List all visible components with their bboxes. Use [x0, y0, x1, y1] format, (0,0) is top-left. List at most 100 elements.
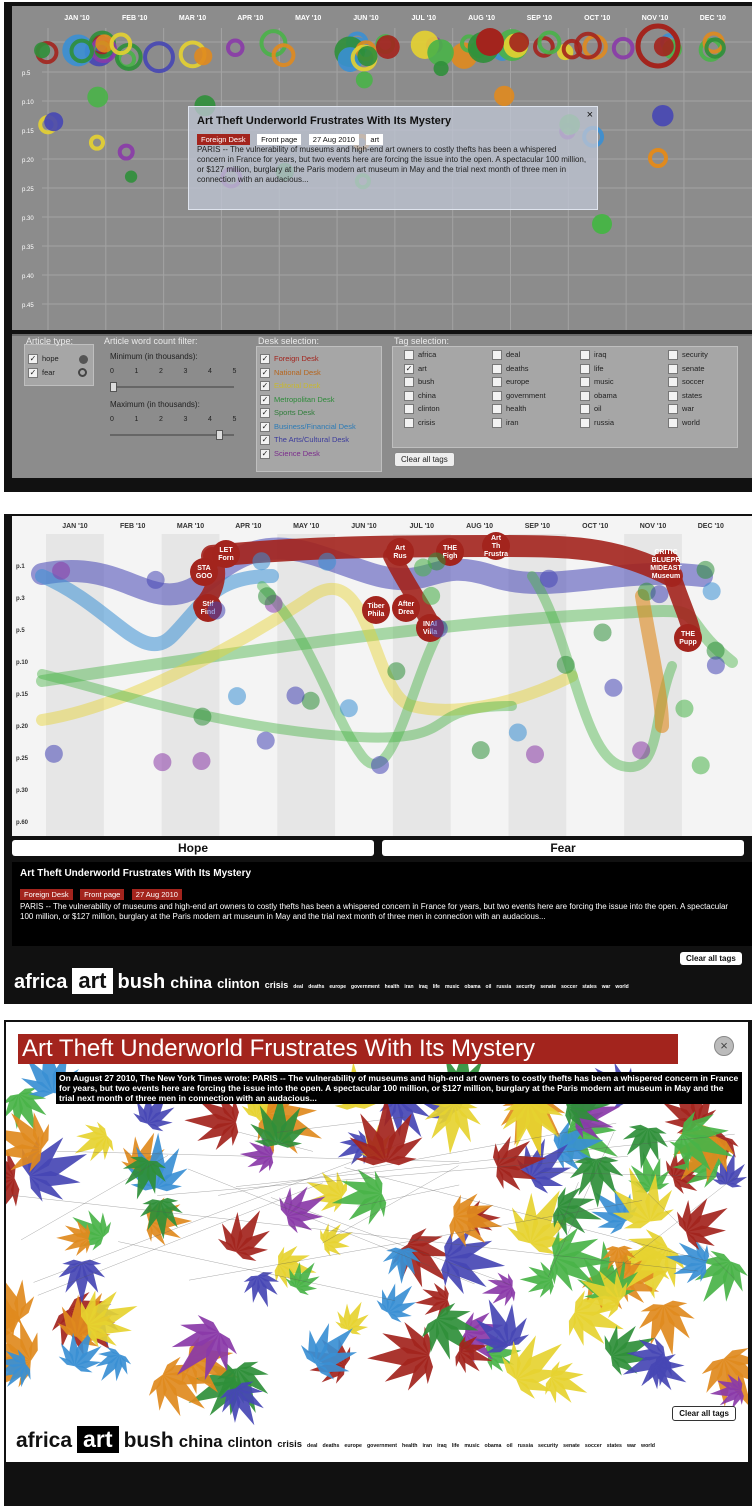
- tag-option[interactable]: deaths: [492, 364, 578, 378]
- desk-option[interactable]: ✓ National Desk: [260, 368, 356, 382]
- tag-option[interactable]: ✓ art: [404, 364, 490, 378]
- tag-cloud-item[interactable]: life: [452, 1443, 460, 1449]
- checkbox-icon[interactable]: [492, 377, 502, 388]
- tag-cloud-item[interactable]: china: [179, 1432, 223, 1452]
- checkbox-icon[interactable]: [404, 350, 414, 361]
- tag-cloud-item[interactable]: africa: [14, 971, 67, 994]
- close-icon[interactable]: ×: [714, 1036, 734, 1056]
- tag-cloud-item[interactable]: war: [602, 984, 611, 990]
- tag-option[interactable]: oil: [580, 404, 666, 418]
- tag-cloud-item[interactable]: security: [538, 1443, 558, 1449]
- leaf-plot[interactable]: Art Theft Underworld Frustrates With Its…: [6, 1022, 748, 1462]
- checkbox-icon[interactable]: [668, 363, 678, 374]
- tag-cloud-item[interactable]: deal: [293, 984, 303, 990]
- tag-option[interactable]: africa: [404, 350, 490, 364]
- tag-cloud-item[interactable]: art: [72, 968, 113, 994]
- tag-option[interactable]: obama: [580, 391, 666, 405]
- checkbox-icon[interactable]: [404, 390, 414, 401]
- tag-cloud-item[interactable]: soccer: [561, 984, 577, 990]
- clear-all-tags-button[interactable]: Clear all tags: [680, 952, 742, 965]
- tag-cloud-item[interactable]: oil: [506, 1443, 512, 1449]
- tag-option[interactable]: russia: [580, 418, 666, 432]
- check-icon[interactable]: ✓: [28, 354, 38, 365]
- tag-option[interactable]: deal: [492, 350, 578, 364]
- hope-option[interactable]: ✓ hope: [28, 354, 88, 368]
- fear-option[interactable]: ✓ fear: [28, 368, 88, 382]
- checkbox-icon[interactable]: [404, 377, 414, 388]
- tag-cloud-item[interactable]: states: [607, 1443, 622, 1449]
- tag-option[interactable]: government: [492, 391, 578, 405]
- bubble-plot[interactable]: JAN '10 FEB '10 MAR '10 APR '10 MAY '10 JUN '…: [12, 6, 752, 330]
- tag-cloud-item[interactable]: iraq: [437, 1443, 447, 1449]
- tag-cloud-item[interactable]: war: [627, 1443, 636, 1449]
- check-icon[interactable]: ✓: [260, 354, 270, 365]
- tag-option[interactable]: war: [668, 404, 754, 418]
- tag-cloud-item[interactable]: security: [516, 984, 535, 990]
- tag-cloud-item[interactable]: clinton: [228, 1435, 273, 1450]
- tag-option[interactable]: health: [492, 404, 578, 418]
- tag-option[interactable]: world: [668, 418, 754, 432]
- desk-option[interactable]: ✓ Editorial Desk: [260, 381, 356, 395]
- tag-cloud-item[interactable]: world: [641, 1443, 655, 1449]
- checkbox-icon[interactable]: [492, 363, 502, 374]
- tag-cloud-item[interactable]: iran: [404, 984, 413, 990]
- tag-option[interactable]: iran: [492, 418, 578, 432]
- checkbox-icon[interactable]: [668, 417, 678, 428]
- desk-option[interactable]: ✓ The Arts/Cultural Desk: [260, 435, 356, 449]
- min-slider-handle[interactable]: [110, 382, 117, 392]
- tag-cloud-item[interactable]: crisis: [265, 980, 289, 990]
- clear-all-tags-button[interactable]: Clear all tags: [672, 1406, 736, 1421]
- checkbox-icon[interactable]: [492, 404, 502, 415]
- tag-cloud-item[interactable]: government: [367, 1443, 397, 1449]
- checkbox-icon[interactable]: [668, 350, 678, 361]
- tag-cloud-item[interactable]: clinton: [217, 976, 260, 991]
- checkbox-icon[interactable]: [404, 404, 414, 415]
- stream-plot[interactable]: JAN '10 FEB '10 MAR '10 APR '10 MAY '10 JUN '…: [12, 516, 752, 836]
- checkbox-icon[interactable]: [492, 350, 502, 361]
- checkbox-icon[interactable]: [492, 390, 502, 401]
- checkbox-icon[interactable]: ✓: [404, 363, 414, 374]
- tag-option[interactable]: life: [580, 364, 666, 378]
- tag-cloud-item[interactable]: crisis: [277, 1439, 302, 1450]
- checkbox-icon[interactable]: [580, 363, 590, 374]
- desk-option[interactable]: ✓ Business/Financial Desk: [260, 422, 356, 436]
- tag-option[interactable]: security: [668, 350, 754, 364]
- checkbox-icon[interactable]: [580, 404, 590, 415]
- fear-button[interactable]: Fear: [382, 840, 744, 856]
- tag-cloud-item[interactable]: states: [582, 984, 596, 990]
- tag-option[interactable]: soccer: [668, 377, 754, 391]
- check-icon[interactable]: ✓: [260, 421, 270, 432]
- desk-option[interactable]: ✓ Sports Desk: [260, 408, 356, 422]
- tag-cloud-item[interactable]: senate: [563, 1443, 580, 1449]
- check-icon[interactable]: ✓: [28, 367, 38, 378]
- tag-option[interactable]: clinton: [404, 404, 490, 418]
- tag-cloud-item[interactable]: deaths: [308, 984, 324, 990]
- tag-option[interactable]: senate: [668, 364, 754, 378]
- max-slider-handle[interactable]: [216, 430, 223, 440]
- tag-cloud-item[interactable]: world: [615, 984, 628, 990]
- tag-cloud-item[interactable]: health: [402, 1443, 417, 1449]
- tag-cloud-item[interactable]: china: [170, 975, 212, 993]
- tag-option[interactable]: bush: [404, 377, 490, 391]
- desk-option[interactable]: ✓ Foreign Desk: [260, 354, 356, 368]
- check-icon[interactable]: ✓: [260, 367, 270, 378]
- desk-option[interactable]: ✓ Metropolitan Desk: [260, 395, 356, 409]
- tag-option[interactable]: crisis: [404, 418, 490, 432]
- tag-cloud-item[interactable]: russia: [496, 984, 511, 990]
- tag-cloud-item[interactable]: soccer: [585, 1443, 602, 1449]
- checkbox-icon[interactable]: [668, 390, 678, 401]
- tag-cloud-item[interactable]: life: [433, 984, 440, 990]
- check-icon[interactable]: ✓: [260, 435, 270, 446]
- tag-option[interactable]: china: [404, 391, 490, 405]
- tag-cloud-item[interactable]: senate: [540, 984, 556, 990]
- close-icon[interactable]: ×: [587, 109, 593, 121]
- tag-cloud-item[interactable]: obama: [485, 1443, 502, 1449]
- tag-cloud-item[interactable]: africa: [16, 1429, 72, 1453]
- checkbox-icon[interactable]: [580, 417, 590, 428]
- checkbox-icon[interactable]: [580, 350, 590, 361]
- tag-cloud-item[interactable]: iraq: [419, 984, 428, 990]
- tag-cloud-item[interactable]: deaths: [323, 1443, 340, 1449]
- min-slider-track[interactable]: [110, 386, 234, 388]
- check-icon[interactable]: ✓: [260, 394, 270, 405]
- tag-cloud-item[interactable]: health: [385, 984, 400, 990]
